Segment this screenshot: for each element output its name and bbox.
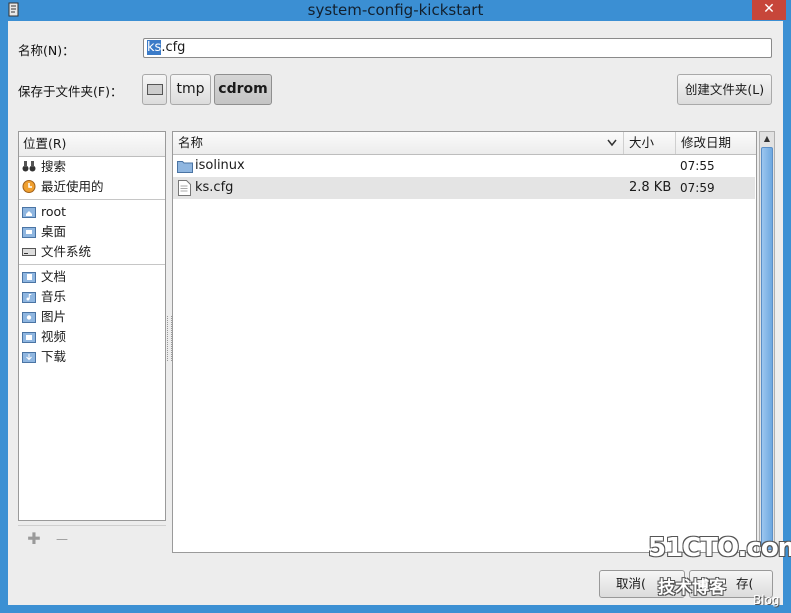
places-item-videos[interactable]: 视频 — [19, 327, 165, 347]
remove-bookmark-button[interactable]: — — [54, 531, 70, 547]
add-bookmark-button[interactable]: ✚ — [26, 531, 42, 547]
clock-icon — [22, 180, 36, 193]
chevron-down-icon — [607, 139, 617, 147]
places-separator — [19, 199, 165, 200]
file-name: ks.cfg — [195, 180, 234, 195]
places-panel: 位置(R) 搜索 最近使用的 root 桌面 文件系统 文档 音乐 图片 视频 … — [18, 131, 166, 521]
file-modified: 07:55 — [680, 159, 715, 173]
places-item-label: 音乐 — [41, 289, 67, 304]
column-header-name[interactable]: 名称 — [173, 132, 624, 154]
home-folder-icon — [22, 207, 36, 218]
places-item-label: 视频 — [41, 329, 67, 344]
pictures-folder-icon — [22, 312, 36, 323]
path-root-button[interactable] — [142, 74, 167, 105]
places-item-search[interactable]: 搜索 — [19, 157, 165, 177]
places-item-label: 搜索 — [41, 159, 67, 174]
filename-rest-text: .cfg — [161, 40, 186, 55]
path-button-cdrom[interactable]: cdrom — [214, 74, 272, 105]
places-header[interactable]: 位置(R) — [19, 132, 165, 157]
places-item-filesystem[interactable]: 文件系统 — [19, 242, 165, 262]
file-modified: 07:59 — [680, 181, 715, 195]
drive-icon — [146, 83, 163, 95]
filename-selected-text: ks — [147, 40, 162, 55]
music-folder-icon — [22, 292, 36, 303]
column-header-modified[interactable]: 修改日期 — [676, 132, 756, 154]
places-item-music[interactable]: 音乐 — [19, 287, 165, 307]
places-item-label: 文件系统 — [41, 244, 92, 259]
watermark-blog: Blog — [753, 593, 780, 607]
desktop-folder-icon — [22, 227, 36, 238]
file-list: 名称 大小 修改日期 isolinux 07:55 ks.cfg 2.8 KB … — [172, 131, 757, 553]
places-item-label: root — [41, 204, 67, 219]
file-row-isolinux[interactable]: isolinux 07:55 — [173, 155, 755, 177]
places-item-label: 下载 — [41, 349, 67, 364]
file-name: isolinux — [195, 158, 245, 173]
places-item-label: 文档 — [41, 269, 67, 284]
text-file-icon — [178, 180, 191, 196]
name-label: 名称(N)： — [18, 43, 75, 58]
file-row-ks-cfg[interactable]: ks.cfg 2.8 KB 07:59 — [173, 177, 755, 199]
binoculars-icon — [22, 161, 36, 172]
save-dialog: 名称(N)： ks.cfg 保存于文件夹(F)： tmp cdrom 创建文件夹… — [8, 21, 791, 607]
column-name-label: 名称 — [178, 135, 204, 150]
create-folder-button[interactable]: 创建文件夹(L) — [677, 74, 772, 105]
filename-input[interactable]: ks.cfg — [143, 38, 772, 58]
places-item-pictures[interactable]: 图片 — [19, 307, 165, 327]
folder-icon — [177, 161, 193, 173]
videos-folder-icon — [22, 332, 36, 343]
places-item-downloads[interactable]: 下载 — [19, 347, 165, 367]
places-separator — [19, 264, 165, 265]
path-button-tmp[interactable]: tmp — [170, 74, 211, 105]
scroll-thumb[interactable] — [761, 147, 773, 550]
title-bar: system-config-kickstart ✕ — [0, 0, 791, 21]
places-item-label: 桌面 — [41, 224, 67, 239]
scroll-up-arrow-icon[interactable]: ▲ — [761, 133, 773, 145]
places-item-label: 图片 — [41, 309, 67, 324]
file-size: 2.8 KB — [629, 180, 672, 195]
close-button[interactable]: ✕ — [752, 0, 786, 20]
window-title: system-config-kickstart — [307, 1, 484, 19]
places-item-documents[interactable]: 文档 — [19, 267, 165, 287]
places-item-root[interactable]: root — [19, 202, 165, 222]
folder-label: 保存于文件夹(F)： — [18, 84, 123, 99]
column-header-size[interactable]: 大小 — [624, 132, 676, 154]
documents-folder-icon — [22, 272, 36, 283]
file-list-scrollbar[interactable]: ▲ — [759, 131, 775, 553]
file-list-header: 名称 大小 修改日期 — [173, 132, 756, 155]
places-toolbar: ✚ — — [18, 525, 166, 552]
places-item-desktop[interactable]: 桌面 — [19, 222, 165, 242]
watermark-subtitle: 技术博客 — [658, 578, 726, 598]
downloads-folder-icon — [22, 352, 36, 363]
drive-icon — [22, 248, 36, 256]
places-item-label: 最近使用的 — [41, 179, 104, 194]
places-item-recent[interactable]: 最近使用的 — [19, 177, 165, 197]
watermark-logo: 51CTO.com — [648, 533, 791, 563]
